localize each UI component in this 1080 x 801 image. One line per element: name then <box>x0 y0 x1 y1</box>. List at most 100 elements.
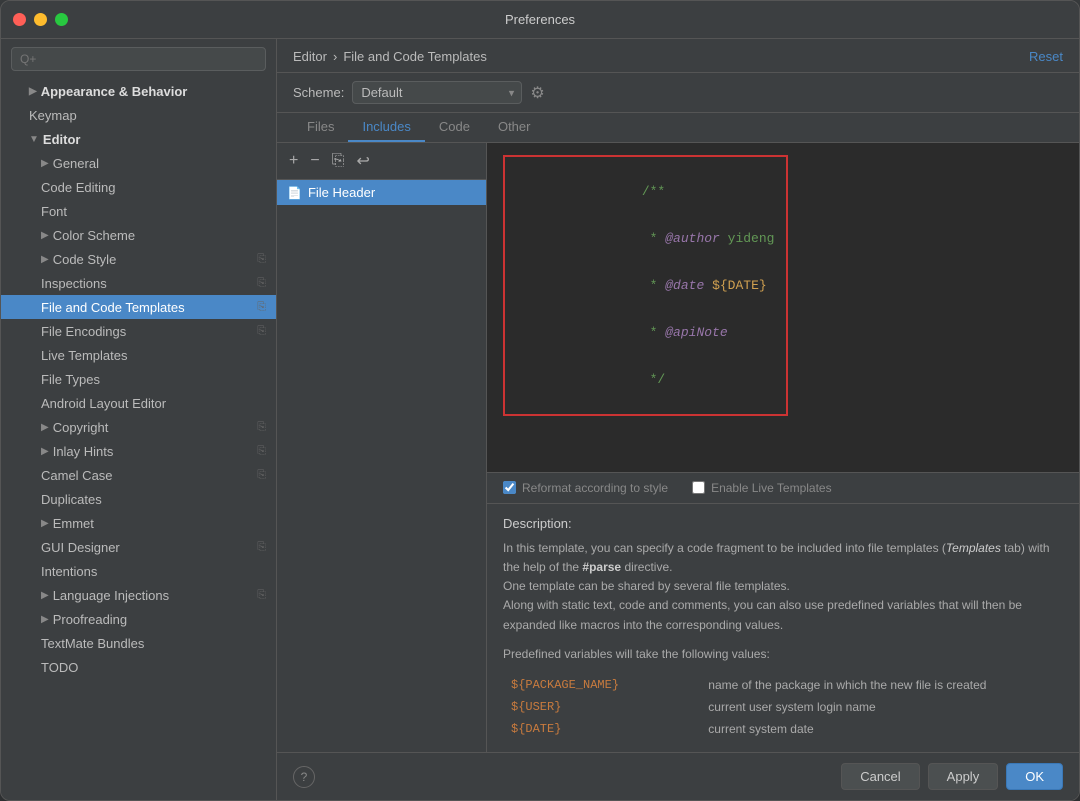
sidebar-item-file-types[interactable]: File Types <box>1 367 276 391</box>
var-name-user: ${USER} <box>503 696 700 718</box>
code-line-4: * @apiNote <box>517 310 774 355</box>
tab-includes[interactable]: Includes <box>348 113 424 142</box>
live-templates-checkbox[interactable] <box>692 481 705 494</box>
sidebar: ▶ Appearance & Behavior Keymap ▼ Editor … <box>1 39 277 800</box>
tabs-bar: Files Includes Code Other <box>277 113 1079 143</box>
code-area: /** * @author yideng * @date ${DATE} * @… <box>487 143 1079 752</box>
tab-other-label: Other <box>498 119 531 134</box>
add-template-button[interactable]: + <box>285 150 302 172</box>
sidebar-item-label: Proofreading <box>53 612 127 627</box>
apply-button[interactable]: Apply <box>928 763 999 790</box>
var-row-user: ${USER} current user system login name <box>503 696 1063 718</box>
code-line-2: * @author yideng <box>517 216 774 261</box>
sidebar-item-copyright[interactable]: ▶ Copyright ⎘ <box>1 415 276 439</box>
tab-other[interactable]: Other <box>484 113 545 142</box>
window-controls <box>13 13 68 26</box>
sidebar-item-inspections[interactable]: Inspections ⎘ <box>1 271 276 295</box>
help-button[interactable]: ? <box>293 766 315 788</box>
template-items: 📄 File Header <box>277 180 486 752</box>
copy-template-button[interactable]: ⎘ <box>328 150 349 172</box>
sidebar-item-textmate-bundles[interactable]: TextMate Bundles <box>1 631 276 655</box>
copy-icon: ⎘ <box>257 445 266 458</box>
tab-includes-label: Includes <box>362 119 410 134</box>
var-row-package: ${PACKAGE_NAME} name of the package in w… <box>503 674 1063 696</box>
tab-code-label: Code <box>439 119 470 134</box>
reformat-checkbox-label[interactable]: Reformat according to style <box>503 481 668 495</box>
sidebar-item-language-injections[interactable]: ▶ Language Injections ⎘ <box>1 583 276 607</box>
sidebar-item-file-encodings[interactable]: File Encodings ⎘ <box>1 319 276 343</box>
live-templates-checkbox-label[interactable]: Enable Live Templates <box>692 481 832 495</box>
sidebar-item-live-templates[interactable]: Live Templates <box>1 343 276 367</box>
sidebar-item-gui-designer[interactable]: GUI Designer ⎘ <box>1 535 276 559</box>
copy-icon: ⎘ <box>257 541 266 554</box>
search-input[interactable] <box>11 47 266 71</box>
sidebar-item-label: Emmet <box>53 516 94 531</box>
arrow-icon: ▶ <box>41 614 49 625</box>
reset-template-button[interactable]: ↩ <box>353 149 374 173</box>
scheme-select-wrapper: Default Project <box>352 81 522 104</box>
main-content: ▶ Appearance & Behavior Keymap ▼ Editor … <box>1 39 1079 800</box>
sidebar-item-todo[interactable]: TODO <box>1 655 276 679</box>
breadcrumb: Editor › File and Code Templates <box>293 49 487 64</box>
var-desc-date: current system date <box>700 718 1063 740</box>
description-area: Description: In this template, you can s… <box>487 503 1079 752</box>
code-editor[interactable]: /** * @author yideng * @date ${DATE} * @… <box>487 143 1079 472</box>
sidebar-item-label: GUI Designer <box>41 540 120 555</box>
template-list: + − ⎘ ↩ 📄 File Header <box>277 143 487 752</box>
cancel-button[interactable]: Cancel <box>841 763 919 790</box>
ok-button[interactable]: OK <box>1006 763 1063 790</box>
reformat-checkbox[interactable] <box>503 481 516 494</box>
scheme-label: Scheme: <box>293 85 344 100</box>
titlebar: Preferences <box>1 1 1079 39</box>
gear-icon[interactable]: ⚙ <box>530 83 544 103</box>
tab-code[interactable]: Code <box>425 113 484 142</box>
breadcrumb-separator: › <box>333 49 337 64</box>
sidebar-item-code-style[interactable]: ▶ Code Style ⎘ <box>1 247 276 271</box>
code-line-5: */ <box>517 357 774 402</box>
sidebar-item-general[interactable]: ▶ General <box>1 151 276 175</box>
sidebar-item-keymap[interactable]: Keymap <box>1 103 276 127</box>
reset-button[interactable]: Reset <box>1029 49 1063 64</box>
sidebar-item-intentions[interactable]: Intentions <box>1 559 276 583</box>
sidebar-item-label: Inspections <box>41 276 107 291</box>
description-vars-intro: Predefined variables will take the follo… <box>503 645 1063 664</box>
sidebar-item-file-code-templates[interactable]: File and Code Templates ⎘ <box>1 295 276 319</box>
copy-icon: ⎘ <box>257 277 266 290</box>
copy-icon: ⎘ <box>257 301 266 314</box>
tab-files[interactable]: Files <box>293 113 348 142</box>
sidebar-item-appearance[interactable]: ▶ Appearance & Behavior <box>1 79 276 103</box>
close-button[interactable] <box>13 13 26 26</box>
minimize-button[interactable] <box>34 13 47 26</box>
right-panel: Editor › File and Code Templates Reset S… <box>277 39 1079 800</box>
sidebar-item-code-editing[interactable]: Code Editing <box>1 175 276 199</box>
sidebar-item-editor[interactable]: ▼ Editor <box>1 127 276 151</box>
sidebar-item-label: File Encodings <box>41 324 126 339</box>
remove-template-button[interactable]: − <box>306 150 323 172</box>
sidebar-item-font[interactable]: Font <box>1 199 276 223</box>
sidebar-item-label: TODO <box>41 660 78 675</box>
sidebar-item-emmet[interactable]: ▶ Emmet <box>1 511 276 535</box>
sidebar-item-label: General <box>53 156 99 171</box>
copy-icon: ⎘ <box>257 325 266 338</box>
sidebar-item-label: Live Templates <box>41 348 127 363</box>
sidebar-item-inlay-hints[interactable]: ▶ Inlay Hints ⎘ <box>1 439 276 463</box>
scheme-select[interactable]: Default Project <box>352 81 522 104</box>
sidebar-item-android-layout-editor[interactable]: Android Layout Editor <box>1 391 276 415</box>
maximize-button[interactable] <box>55 13 68 26</box>
code-editor-inner: /** * @author yideng * @date ${DATE} * @… <box>503 155 788 416</box>
arrow-icon: ▼ <box>29 134 39 145</box>
copy-icon: ⎘ <box>257 421 266 434</box>
window-title: Preferences <box>505 12 575 27</box>
sidebar-item-color-scheme[interactable]: ▶ Color Scheme <box>1 223 276 247</box>
var-desc-user: current user system login name <box>700 696 1063 718</box>
sidebar-item-camel-case[interactable]: Camel Case ⎘ <box>1 463 276 487</box>
sidebar-item-label: Font <box>41 204 67 219</box>
arrow-icon: ▶ <box>41 590 49 601</box>
arrow-icon: ▶ <box>29 86 37 97</box>
sidebar-item-proofreading[interactable]: ▶ Proofreading <box>1 607 276 631</box>
content-area: + − ⎘ ↩ 📄 File Header <box>277 143 1079 752</box>
template-item-file-header[interactable]: 📄 File Header <box>277 180 486 205</box>
live-templates-label: Enable Live Templates <box>711 481 832 495</box>
sidebar-item-duplicates[interactable]: Duplicates <box>1 487 276 511</box>
sidebar-item-label: File Types <box>41 372 100 387</box>
